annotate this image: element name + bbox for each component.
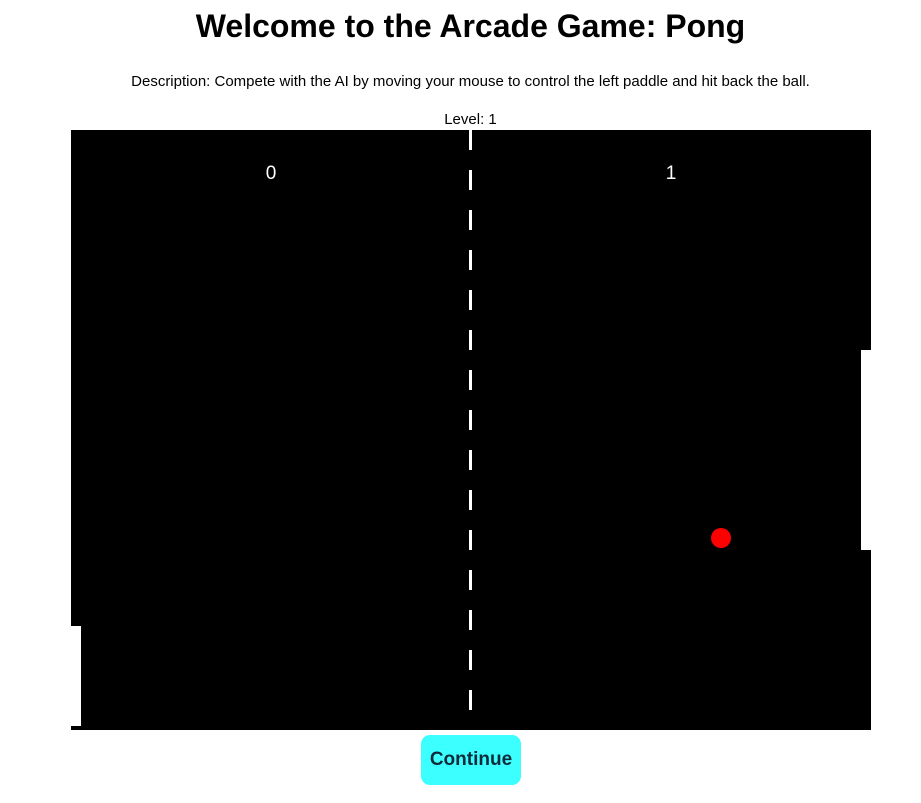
ai-paddle [861,350,871,550]
center-line-dash [469,530,472,550]
center-line-dash [469,130,472,150]
continue-button[interactable]: Continue [421,735,521,785]
game-description: Description: Compete with the AI by movi… [131,73,810,90]
center-line-dash [469,370,472,390]
player-paddle[interactable] [71,626,81,726]
center-line-dash [469,410,472,430]
center-line-dash [469,570,472,590]
center-line-dash [469,690,472,710]
center-line-dash [469,170,472,190]
center-line-dash [469,490,472,510]
center-line-dash [469,250,472,270]
page-title: Welcome to the Arcade Game: Pong [195,8,746,44]
center-line-dash [469,610,472,630]
center-line-dash [469,290,472,310]
game-canvas[interactable]: 0 1 [71,130,871,730]
page: Welcome to the Arcade Game: Pong Descrip… [0,0,921,803]
ball [711,528,731,548]
level-indicator: Level: 1 [444,111,497,128]
center-line-dash [469,650,472,670]
center-line-dash [469,450,472,470]
center-line-dash [469,330,472,350]
center-line [469,130,472,730]
center-line-dash [469,210,472,230]
ai-score: 1 [665,163,677,184]
player-score: 0 [265,163,277,184]
